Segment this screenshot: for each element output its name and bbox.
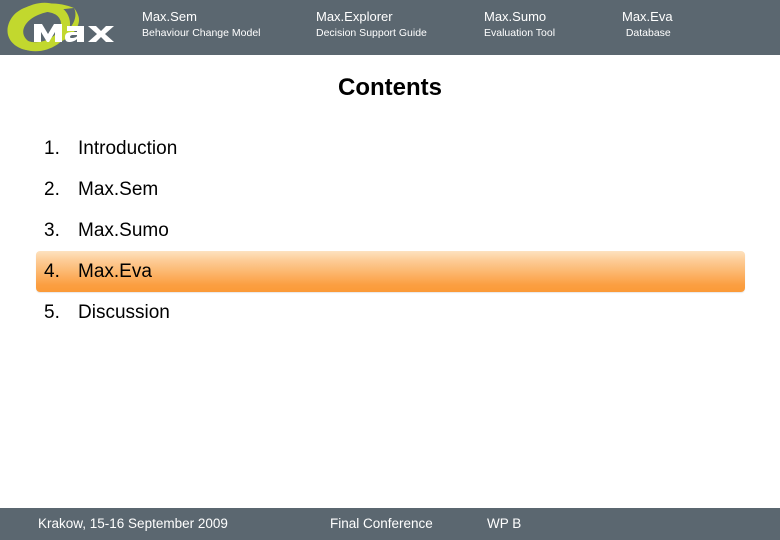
list-item-label: Max.Eva <box>78 260 152 282</box>
header-product-subtitle: Decision Support Guide <box>316 27 427 39</box>
header-product-title: Max.Sumo <box>484 9 547 24</box>
footer-workpackage: WP B <box>487 516 522 531</box>
header-product-subtitle: Behaviour Change Model <box>142 27 261 39</box>
list-item-highlighted[interactable]: 4. Max.Eva <box>36 251 745 292</box>
header-product-maxsem: Max.Sem Behaviour Change Model <box>142 9 261 40</box>
list-item-label: Introduction <box>78 137 178 159</box>
footer-bar: Krakow, 15-16 September 2009 Final Confe… <box>0 508 780 540</box>
list-item-number: 5. <box>44 301 60 323</box>
header-product-title: Max.Sem <box>142 9 197 24</box>
contents-list: 1. Introduction 2. Max.Sem 3. Max.Sumo 4… <box>0 128 780 333</box>
header-product-maxexplorer: Max.Explorer Decision Support Guide <box>316 9 427 40</box>
list-item-number: 4. <box>44 260 60 282</box>
list-item-label: Max.Sem <box>78 178 159 200</box>
list-item-label: Max.Sumo <box>78 219 169 241</box>
header-product-maxsumo: Max.Sumo Evaluation Tool <box>484 9 555 40</box>
list-item[interactable]: 1. Introduction <box>0 128 780 169</box>
list-item[interactable]: 3. Max.Sumo <box>0 210 780 251</box>
header-product-subtitle: Evaluation Tool <box>484 27 556 39</box>
list-item[interactable]: 5. Discussion <box>0 292 780 333</box>
list-item-label: Discussion <box>78 301 170 323</box>
max-logo <box>4 2 136 54</box>
list-item-number: 3. <box>44 219 60 241</box>
footer-location-date: Krakow, 15-16 September 2009 <box>38 516 228 531</box>
footer-event: Final Conference <box>330 516 433 531</box>
list-item-number: 2. <box>44 178 60 200</box>
header-bar: Max.Sem Behaviour Change Model Max.Explo… <box>0 0 780 55</box>
page-title: Contents <box>338 74 442 101</box>
header-product-title: Max.Eva <box>622 9 673 24</box>
header-product-maxeva: Max.Eva Database <box>622 9 673 40</box>
list-item-number: 1. <box>44 137 60 159</box>
slide: Max.Sem Behaviour Change Model Max.Explo… <box>0 0 780 540</box>
header-product-subtitle: Database <box>625 27 671 39</box>
list-item[interactable]: 2. Max.Sem <box>0 169 780 210</box>
header-product-title: Max.Explorer <box>316 9 393 24</box>
